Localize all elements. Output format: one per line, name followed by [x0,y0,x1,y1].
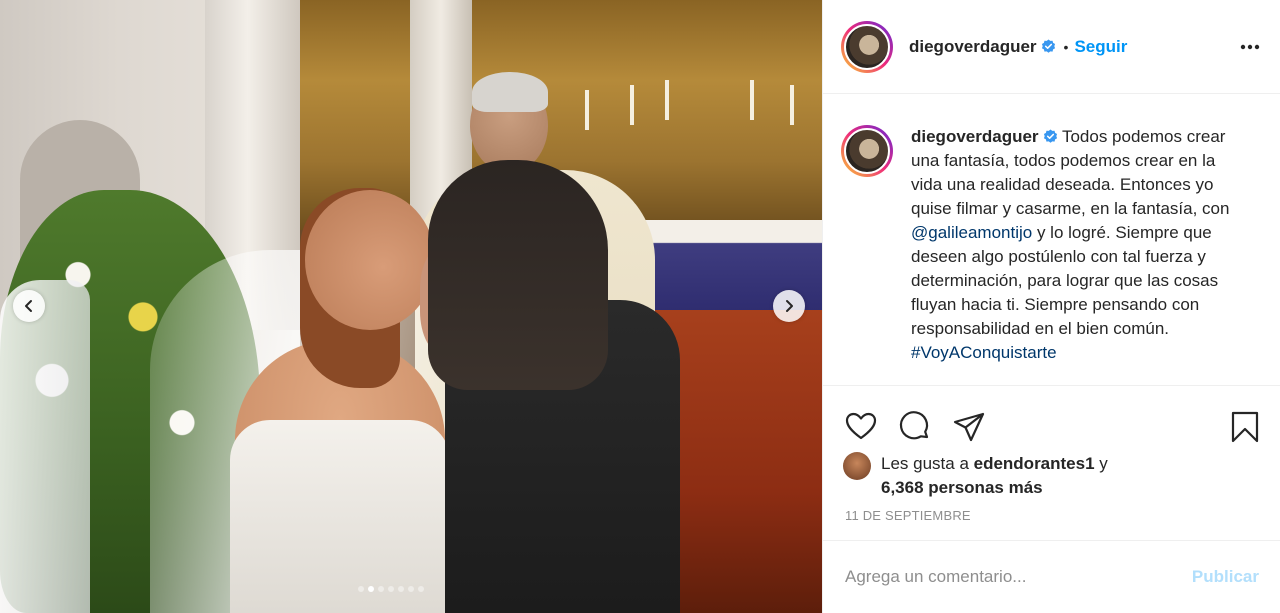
caption-mention-link[interactable]: @galileamontijo [911,223,1032,242]
carousel-dot [388,586,394,592]
next-slide-button[interactable] [773,290,805,322]
caption-hashtag-link[interactable]: #VoyAConquistarte [911,343,1057,362]
carousel-dot [418,586,424,592]
candle [665,80,669,120]
author-username[interactable]: diegoverdaguer [909,37,1037,57]
post-header: diegoverdaguer • Seguir [823,0,1280,94]
carousel-dot [358,586,364,592]
post-date[interactable]: 11 DE SEPTIEMBRE [845,508,971,523]
liker-username[interactable]: edendorantes1 [974,454,1095,473]
more-options-icon [1240,44,1260,49]
post-actions-section: Les gusta a edendorantes1 y 6,368 person… [823,385,1280,540]
like-button[interactable] [843,409,879,445]
comment-form: Publicar [823,540,1280,613]
bookmark-icon [1231,411,1259,443]
follow-button[interactable]: Seguir [1074,37,1127,57]
post-image[interactable] [0,0,822,613]
caption-text: diegoverdaguer Todos podemos crear una f… [911,125,1231,385]
likes-count-link[interactable]: 6,368 personas más [881,478,1043,497]
verified-badge-icon [1041,39,1055,53]
carousel-dot [398,586,404,592]
priest-hair [472,72,548,112]
liker-avatar[interactable] [843,452,871,480]
post-caption: diegoverdaguer Todos podemos crear una f… [823,95,1280,385]
author-avatar[interactable] [841,20,893,73]
bride-face [305,190,435,330]
comment-button[interactable] [897,409,933,445]
likes-summary: Les gusta a edendorantes1 y 6,368 person… [823,452,1280,500]
candle [790,85,794,125]
carousel-indicator [358,586,424,592]
groom-hair [428,160,608,390]
wedding-dress [230,420,450,613]
white-bow [0,280,90,613]
action-bar [823,386,1280,452]
likes-joiner: y [1094,454,1108,473]
likes-prefix: Les gusta a [881,454,974,473]
caption-username[interactable]: diegoverdaguer [911,127,1039,146]
more-options-button[interactable] [1238,35,1262,59]
publish-button[interactable]: Publicar [1192,567,1259,587]
candle [585,90,589,130]
candle [630,85,634,125]
share-icon [953,412,985,442]
chevron-left-icon [25,300,32,312]
share-button[interactable] [951,409,987,445]
carousel-dot [368,586,374,592]
carousel-dot [378,586,384,592]
post-sidebar: diegoverdaguer • Seguir diegoverdaguer T… [822,0,1280,613]
comment-icon [899,411,929,440]
heart-icon [845,412,877,440]
candle [750,80,754,120]
separator-dot: • [1063,38,1069,55]
save-button[interactable] [1227,409,1263,445]
comment-input[interactable] [845,567,1192,587]
likes-text: Les gusta a edendorantes1 y 6,368 person… [881,452,1108,500]
previous-slide-button[interactable] [13,290,45,322]
caption-author-avatar[interactable] [841,125,893,177]
chevron-right-icon [786,300,793,312]
verified-badge-icon [1043,129,1057,143]
carousel-dot [408,586,414,592]
